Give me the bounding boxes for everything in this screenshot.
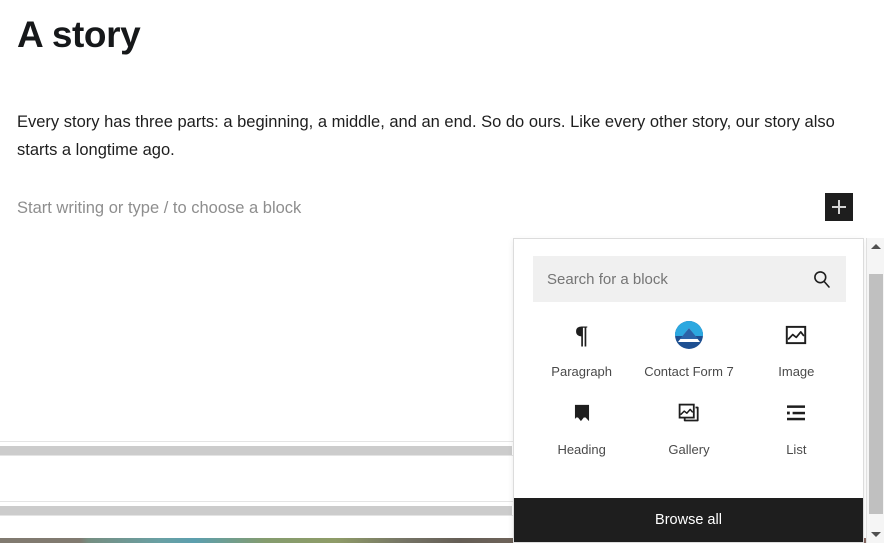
scrollbar-thumb[interactable]: [869, 274, 883, 514]
block-item-label: Paragraph: [551, 364, 613, 379]
heading-bookmark-icon: [569, 393, 595, 433]
block-item-list[interactable]: List: [743, 393, 850, 458]
block-type-grid: ¶ Paragraph Contact Form 7 Image Heading…: [528, 315, 850, 458]
add-block-button[interactable]: [825, 193, 853, 221]
canvas-divider: [0, 515, 513, 516]
search-icon: [812, 269, 832, 289]
empty-block-row: Start writing or type / to choose a bloc…: [0, 192, 884, 226]
chevron-up-icon: [870, 244, 881, 249]
block-search-field[interactable]: [533, 256, 846, 302]
canvas-divider: [0, 501, 513, 502]
block-item-gallery[interactable]: Gallery: [635, 393, 742, 458]
scrollbar-arrow-up-button[interactable]: [867, 238, 884, 255]
block-item-image[interactable]: Image: [743, 315, 850, 380]
block-item-label: Image: [778, 364, 815, 379]
vertical-scrollbar[interactable]: [866, 238, 884, 543]
block-item-paragraph[interactable]: ¶ Paragraph: [528, 315, 635, 380]
image-icon: [783, 315, 809, 355]
plus-icon: [832, 200, 846, 214]
chevron-down-icon: [870, 532, 881, 537]
list-icon: [783, 393, 809, 433]
paragraph-pilcrow-icon: ¶: [574, 321, 589, 349]
story-paragraph-block[interactable]: Every story has three parts: a beginning…: [17, 108, 861, 164]
page-title[interactable]: A story: [17, 8, 141, 62]
contact-form-7-logo-icon: [674, 315, 703, 355]
placeholder-bar: [0, 446, 512, 455]
block-item-label: Contact Form 7: [644, 364, 734, 379]
block-item-contact-form-7[interactable]: Contact Form 7: [635, 315, 742, 380]
block-item-label: Gallery: [668, 442, 710, 457]
block-item-label: List: [786, 442, 807, 457]
browse-all-button[interactable]: Browse all: [514, 498, 863, 542]
gallery-icon: [676, 393, 702, 433]
canvas-divider: [0, 455, 513, 456]
placeholder-bar: [0, 506, 512, 515]
empty-block-placeholder[interactable]: Start writing or type / to choose a bloc…: [17, 192, 301, 224]
block-item-label: Heading: [557, 442, 606, 457]
canvas-divider: [0, 441, 513, 442]
block-inserter-popover: ¶ Paragraph Contact Form 7 Image: [513, 238, 864, 543]
block-item-heading[interactable]: Heading: [528, 393, 635, 458]
search-input[interactable]: [533, 256, 803, 302]
scrollbar-arrow-down-button[interactable]: [867, 526, 884, 543]
